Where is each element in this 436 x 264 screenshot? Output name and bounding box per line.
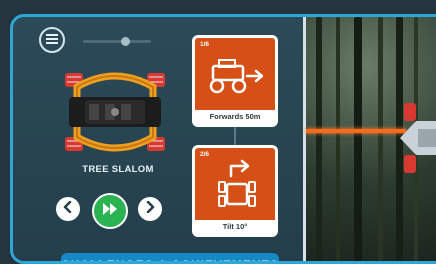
chevron-right-icon xyxy=(145,200,155,218)
tree-trunk xyxy=(354,17,362,261)
chevron-left-icon xyxy=(63,200,73,218)
rover-tilt-arrow-icon xyxy=(209,158,265,219)
tree-trunk xyxy=(336,17,340,261)
next-button[interactable] xyxy=(138,197,162,221)
step-index: 1/6 xyxy=(200,41,210,48)
robot-illustration xyxy=(55,67,175,157)
fast-forward-icon xyxy=(102,202,118,221)
challenge-panel: TREE SLALOM 1/6 Forwards 50m 2/6 Tilt 10… xyxy=(13,17,303,261)
step-label: Forwards 50m xyxy=(195,110,275,124)
camera-view xyxy=(306,17,436,261)
hamburger-menu-icon xyxy=(46,31,58,49)
step-index: 2/6 xyxy=(200,151,210,158)
challenge-title: TREE SLALOM xyxy=(82,164,154,175)
slider-handle[interactable] xyxy=(121,37,130,46)
step-card-2[interactable]: 2/6 Tilt 10° xyxy=(192,145,278,237)
speed-slider[interactable] xyxy=(83,37,151,46)
app-frame: TREE SLALOM 1/6 Forwards 50m 2/6 Tilt 10… xyxy=(10,14,436,264)
challenges-achievements-tab[interactable]: CHALLENGES & ACHIEVEMENTS xyxy=(61,253,279,261)
step-card-1[interactable]: 1/6 Forwards 50m xyxy=(192,35,278,127)
tree-trunk xyxy=(378,17,383,261)
run-button[interactable] xyxy=(92,193,128,229)
step-label: Tilt 10° xyxy=(195,220,275,234)
rover-camera-object xyxy=(400,103,436,173)
tree-trunk xyxy=(316,17,322,261)
laser-beam xyxy=(306,129,406,133)
previous-button[interactable] xyxy=(56,197,80,221)
rover-forward-arrow-icon xyxy=(207,56,267,103)
menu-button[interactable] xyxy=(39,27,65,53)
